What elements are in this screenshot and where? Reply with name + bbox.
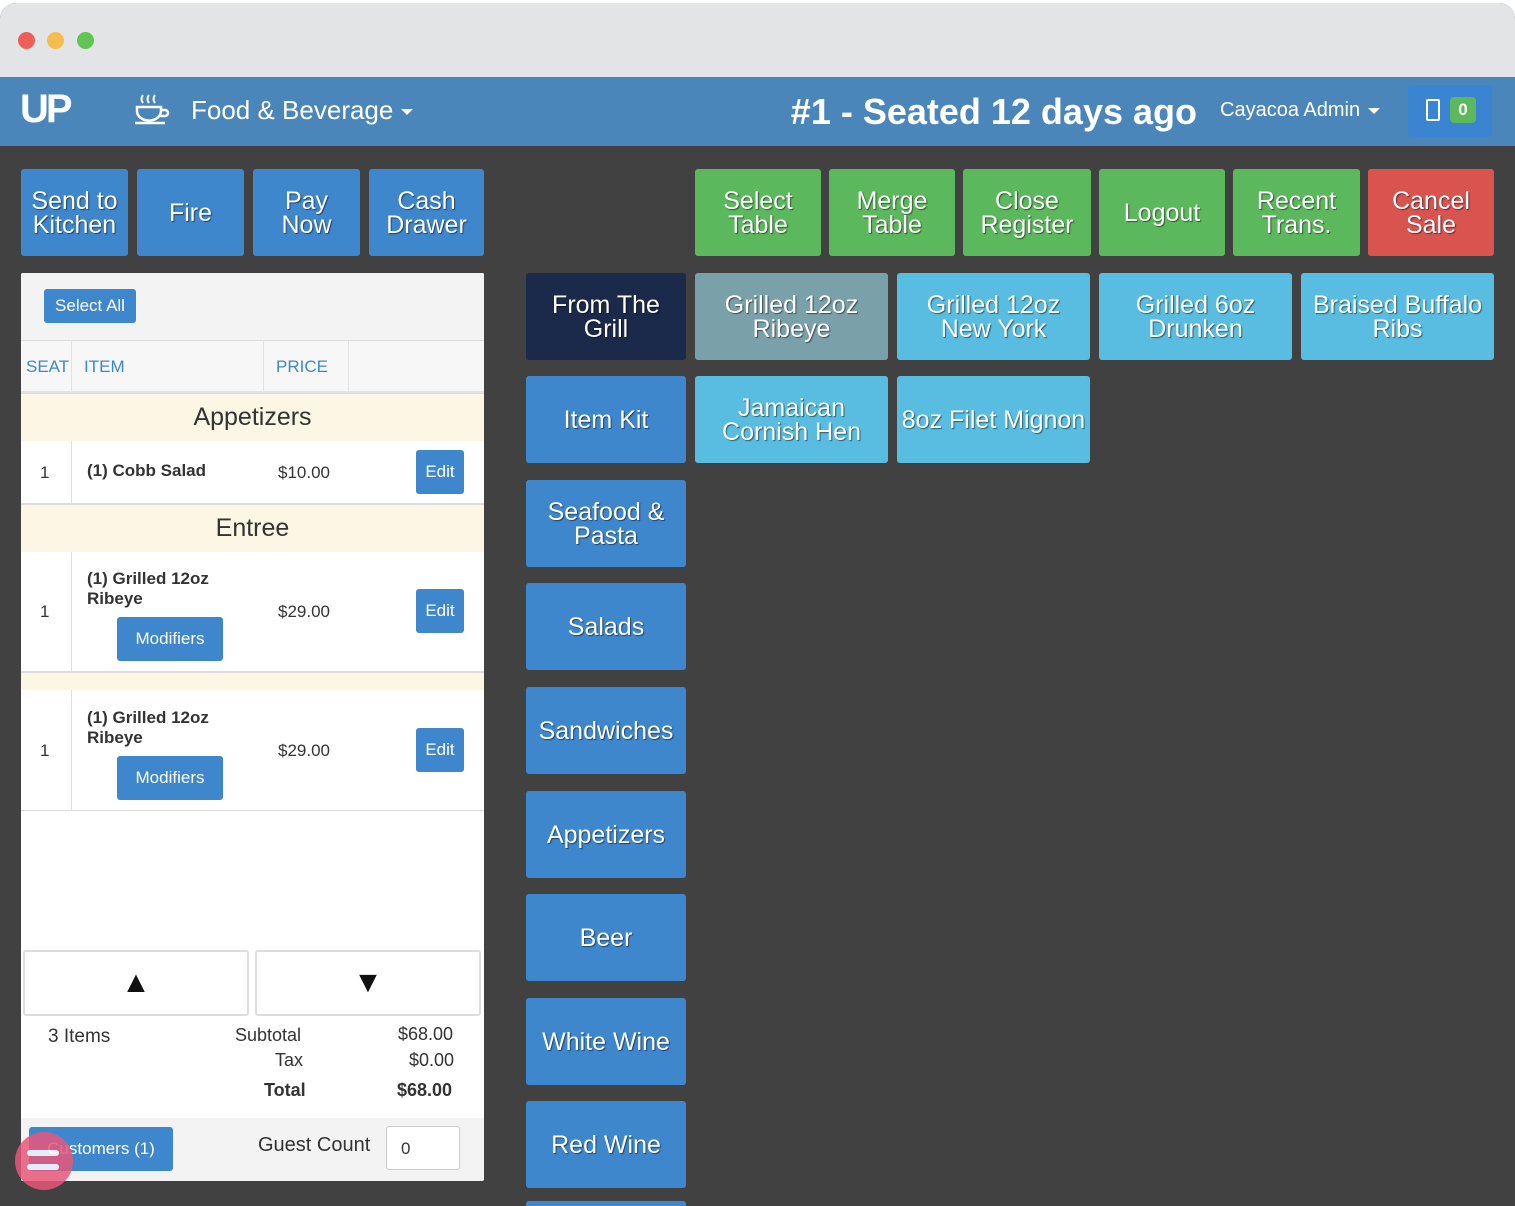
edit-button[interactable]: Edit — [416, 450, 464, 494]
merge-table-button[interactable]: Merge Table — [829, 169, 955, 256]
recent-transactions-button[interactable]: Recent Trans. — [1233, 169, 1360, 256]
category-beer[interactable]: Beer — [526, 894, 686, 981]
user-dropdown[interactable]: Cayacoa Admin — [1220, 99, 1381, 122]
category-item-kit[interactable]: Item Kit — [526, 376, 686, 463]
tax-value: $0.00 — [409, 1050, 455, 1070]
row-price: $29.00 — [278, 741, 330, 760]
category-red-wine[interactable]: Red Wine — [526, 1101, 686, 1188]
select-table-button[interactable]: Select Table — [695, 169, 821, 256]
user-name: Cayacoa Admin — [1220, 99, 1361, 121]
category-sandwiches[interactable]: Sandwiches — [526, 687, 686, 774]
seat-divider — [71, 441, 72, 503]
category-seafood-pasta[interactable]: Seafood & Pasta — [526, 480, 686, 567]
guest-count-input[interactable]: 0 — [386, 1126, 460, 1170]
menu-item-8oz-filet-mignon[interactable]: 8oz Filet Mignon — [897, 376, 1090, 463]
row-seat: 1 — [40, 741, 50, 760]
chevron-down-icon — [401, 109, 414, 116]
send-to-kitchen-button[interactable]: Send to Kitchen — [21, 169, 128, 256]
logout-button[interactable]: Logout — [1099, 169, 1225, 256]
pos-window: UP Food & Beverage #1 - Seated 12 days a… — [0, 3, 1515, 1206]
select-all-button[interactable]: Select All — [44, 289, 136, 323]
cancel-sale-button[interactable]: Cancel Sale — [1368, 169, 1494, 256]
order-row[interactable]: 1 (1) Grilled 12oz Ribeye $29.00 Edit Mo… — [21, 552, 484, 672]
modifiers-button[interactable]: Modifiers — [117, 617, 223, 661]
seat-divider — [71, 690, 72, 810]
row-item: (1) Cobb Salad — [87, 461, 207, 480]
subtotal-value: $68.00 — [398, 1024, 454, 1044]
section-header-entree: Entree — [21, 504, 484, 553]
device-button[interactable]: 0 — [1408, 85, 1492, 137]
device-count-badge: 0 — [1450, 97, 1476, 123]
category-white-wine[interactable]: White Wine — [526, 998, 686, 1085]
column-header-item: ITEM — [84, 357, 125, 376]
category-appetizers[interactable]: Appetizers — [526, 791, 686, 878]
item-count: 3 Items — [48, 1026, 111, 1047]
row-price: $29.00 — [278, 602, 330, 621]
column-divider — [348, 341, 349, 391]
module-label: Food & Beverage — [191, 95, 394, 125]
category-salads[interactable]: Salads — [526, 583, 686, 670]
row-item: (1) Grilled 12oz Ribeye — [87, 708, 209, 747]
coffee-cup-icon — [135, 94, 170, 125]
ticket-title: #1 - Seated 12 days ago — [790, 91, 1197, 132]
support-chat-icon[interactable] — [15, 1132, 73, 1190]
scroll-down-button[interactable]: ▼ — [255, 950, 481, 1016]
app-logo[interactable]: UP — [20, 87, 73, 132]
minimize-window-dot[interactable] — [47, 32, 64, 49]
row-item: (1) Grilled 12oz Ribeye — [87, 569, 209, 608]
close-register-button[interactable]: Close Register — [963, 169, 1091, 256]
column-divider — [71, 341, 72, 391]
edit-button[interactable]: Edit — [416, 728, 464, 772]
category-from-the-grill[interactable]: From The Grill — [526, 273, 686, 360]
menu-item-braised-buffalo-ribs[interactable]: Braised Buffalo Ribs — [1301, 273, 1494, 360]
menu-item-grilled-12oz-ribeye[interactable]: Grilled 12oz Ribeye — [695, 273, 888, 360]
section-spacer — [21, 672, 484, 691]
order-footer: Customers (1) Guest Count 0 — [21, 1118, 484, 1181]
total-label: Total — [264, 1080, 306, 1100]
cash-drawer-button[interactable]: Cash Drawer — [369, 169, 484, 256]
column-header-price: PRICE — [276, 357, 328, 376]
scroll-up-button[interactable]: ▲ — [23, 950, 249, 1016]
mobile-phone-icon — [1426, 99, 1440, 121]
pay-now-button[interactable]: Pay Now — [253, 169, 360, 256]
order-panel: Select All SEAT ITEM PRICE Appetizers 1 … — [21, 273, 484, 1181]
order-row[interactable]: 1 (1) Grilled 12oz Ribeye $29.00 Edit Mo… — [21, 690, 484, 811]
column-header-seat: SEAT — [26, 357, 70, 376]
row-seat: 1 — [40, 602, 50, 621]
total-value: $68.00 — [397, 1080, 453, 1100]
menu-item-jamaican-cornish-hen[interactable]: Jamaican Cornish Hen — [695, 376, 888, 463]
order-table-header: SEAT ITEM PRICE — [21, 341, 484, 393]
column-divider — [263, 341, 264, 391]
edit-button[interactable]: Edit — [416, 589, 464, 633]
modifiers-button[interactable]: Modifiers — [117, 756, 223, 800]
row-seat: 1 — [40, 463, 50, 482]
section-header-appetizers: Appetizers — [21, 393, 484, 442]
close-window-dot[interactable] — [18, 32, 35, 49]
maximize-window-dot[interactable] — [77, 32, 94, 49]
category-partial[interactable] — [526, 1201, 686, 1206]
seat-divider — [71, 552, 72, 671]
subtotal-label: Subtotal — [235, 1025, 302, 1045]
menu-item-grilled-12oz-new-york[interactable]: Grilled 12oz New York — [897, 273, 1090, 360]
window-titlebar — [0, 3, 1515, 77]
order-row[interactable]: 1 (1) Cobb Salad $10.00 Edit — [21, 441, 484, 504]
fire-button[interactable]: Fire — [137, 169, 244, 256]
row-price: $10.00 — [278, 463, 330, 482]
chevron-down-icon — [1368, 107, 1381, 114]
guest-count-label: Guest Count — [258, 1134, 371, 1156]
module-dropdown[interactable]: Food & Beverage — [191, 95, 414, 126]
app-header: UP Food & Beverage #1 - Seated 12 days a… — [0, 77, 1515, 146]
tax-label: Tax — [275, 1050, 304, 1070]
menu-item-grilled-6oz-drunken[interactable]: Grilled 6oz Drunken — [1099, 273, 1292, 360]
order-toolbar: Select All — [21, 273, 484, 341]
